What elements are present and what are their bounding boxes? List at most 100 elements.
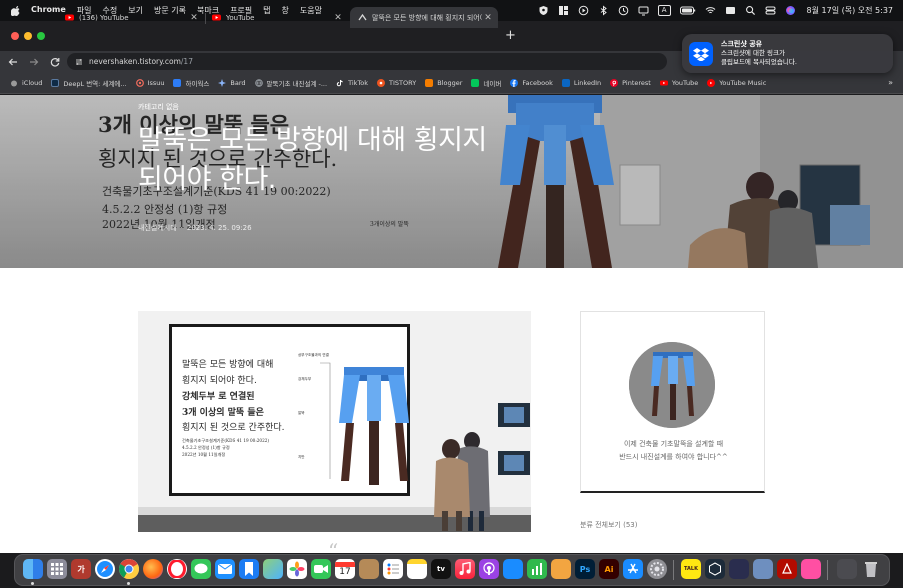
close-tab-icon[interactable]: ✕	[482, 13, 494, 23]
keynote-icon[interactable]	[503, 559, 523, 579]
appletv-icon[interactable]: tv	[431, 559, 451, 579]
cube-app-icon[interactable]	[705, 559, 725, 579]
new-tab-button[interactable]: +	[505, 28, 516, 43]
music-icon[interactable]	[455, 559, 475, 579]
opera-icon[interactable]	[167, 559, 187, 579]
close-tab-icon[interactable]: ✕	[332, 13, 344, 23]
bookmark-blogger[interactable]: Blogger	[425, 78, 462, 87]
bookmark-bard[interactable]: Bard	[218, 78, 246, 87]
bookmark-app-icon[interactable]	[239, 559, 259, 579]
bookmark-facebook[interactable]: Facebook	[510, 78, 553, 87]
bookmark-youtube[interactable]: YouTube	[659, 79, 698, 87]
back-button[interactable]	[5, 55, 21, 69]
post-main-image[interactable]: 말뚝은 모든 방향에 대해 횡지지 되어야 한다. 강체두부 로 연결된 3개 …	[138, 311, 531, 532]
finder-icon[interactable]	[23, 559, 43, 579]
bookmark-label: Bard	[230, 78, 246, 87]
photos-icon[interactable]	[287, 559, 307, 579]
clock-status-icon[interactable]	[618, 5, 629, 16]
zoom-window-button[interactable]	[37, 32, 45, 40]
launchpad-icon[interactable]	[47, 559, 67, 579]
close-window-button[interactable]	[11, 32, 19, 40]
menubar-clock[interactable]: 8월 17일 (목) 오전 5:37	[807, 5, 893, 16]
firefox-icon[interactable]	[143, 559, 163, 579]
contacts-icon[interactable]	[359, 559, 379, 579]
tab-blog-post[interactable]: 말뚝은 모든 방향에 대해 횡지지 되어야 ✕	[350, 7, 498, 28]
tab-youtube-2[interactable]: YouTube ✕	[204, 7, 348, 28]
bookmark-label: 네이버	[483, 79, 502, 88]
acrobat-icon[interactable]	[777, 559, 797, 579]
board-small3: 2022년 10월 11일개정	[182, 452, 226, 457]
tab-youtube-1[interactable]: (136) YouTube ✕	[57, 7, 204, 28]
post-author[interactable]: 내진설계시대	[138, 224, 177, 232]
downloads-stack-icon[interactable]	[837, 559, 857, 579]
pages-icon[interactable]	[551, 559, 571, 579]
control-center-icon[interactable]	[765, 5, 776, 16]
display-icon[interactable]	[638, 5, 649, 16]
bookmark-pile-design[interactable]: 말뚝기초 내진설계 -...	[254, 78, 327, 88]
play-circle-icon[interactable]	[578, 5, 589, 16]
battery-icon[interactable]	[679, 5, 696, 16]
spotlight-search-icon[interactable]	[745, 5, 756, 16]
bookmark-deepl[interactable]: DeepL 번역: 세계에...	[51, 78, 127, 88]
bluetooth-icon[interactable]	[598, 5, 609, 16]
bookmarks-overflow-button[interactable]: »	[888, 78, 893, 87]
photoshop-icon[interactable]: Ps	[575, 559, 595, 579]
address-bar[interactable]: nevershaken.tistory.com/17	[67, 53, 667, 70]
profile-photo	[629, 342, 715, 428]
post-category[interactable]: 카테고리 없음	[138, 102, 179, 112]
illustrator-icon[interactable]: Ai	[599, 559, 619, 579]
tiktok-icon	[336, 79, 343, 86]
category-all-link[interactable]: 분류 전체보기 (53)	[580, 520, 637, 530]
maps-icon[interactable]	[263, 559, 283, 579]
app-icon-dark[interactable]	[729, 559, 749, 579]
youtube-music-icon	[707, 78, 716, 87]
profile-avatar[interactable]	[629, 342, 715, 428]
podcasts-icon[interactable]	[479, 559, 499, 579]
trash-icon[interactable]	[861, 559, 881, 579]
window-layout-icon[interactable]	[558, 5, 569, 16]
wifi-icon[interactable]	[705, 5, 716, 16]
bookmark-youtube-music[interactable]: YouTube Music	[707, 78, 766, 87]
facetime-icon[interactable]	[311, 559, 331, 579]
bookmark-icloud[interactable]: iCloud	[10, 79, 42, 87]
safari-icon[interactable]	[95, 559, 115, 579]
bookmark-tistory[interactable]: TISTORY	[377, 78, 416, 87]
apple-menu-icon[interactable]	[11, 5, 21, 16]
bookmark-label: Pinterest	[622, 78, 651, 87]
linkedin-icon	[561, 78, 570, 87]
calendar-icon[interactable]: 17	[335, 559, 355, 579]
input-source-indicator[interactable]: A	[657, 5, 671, 16]
mirroring-icon[interactable]	[725, 5, 736, 16]
screenshot-notification[interactable]: 스크린샷 공유 스크린샷에 대한 링크가 클립보드에 복사되었습니다.	[682, 34, 893, 73]
kakaotalk-icon[interactable]: TALK	[681, 559, 701, 579]
running-indicator	[31, 582, 34, 585]
notification-title: 스크린샷 공유	[721, 40, 763, 48]
notes-icon[interactable]	[407, 559, 427, 579]
mail-icon[interactable]	[215, 559, 235, 579]
numbers-icon[interactable]	[527, 559, 547, 579]
board-line5: 횡지지 된 것으로 간주한다.	[182, 423, 285, 433]
bookmark-linkedin[interactable]: LinkedIn	[561, 78, 601, 87]
messages-icon[interactable]	[191, 559, 211, 579]
chrome-icon[interactable]	[119, 559, 139, 579]
system-settings-icon[interactable]	[647, 559, 667, 579]
dictionary-app-icon[interactable]: 가	[71, 559, 91, 579]
bookmark-hiworks[interactable]: 하이웍스	[173, 78, 209, 88]
app-store-icon[interactable]	[623, 559, 643, 579]
reminders-icon[interactable]	[383, 559, 403, 579]
minimize-window-button[interactable]	[24, 32, 32, 40]
reload-button[interactable]	[47, 55, 63, 69]
forward-button[interactable]	[26, 55, 42, 69]
bookmark-naver[interactable]: 네이버	[471, 78, 501, 88]
screen-mirror-icon[interactable]	[801, 559, 821, 579]
pinterest-icon	[610, 78, 619, 87]
siri-icon[interactable]	[785, 5, 796, 16]
bookmark-tiktok[interactable]: TikTok	[336, 79, 368, 87]
close-tab-icon[interactable]: ✕	[188, 13, 200, 23]
preview-icon[interactable]	[753, 559, 773, 579]
site-info-icon[interactable]	[75, 58, 83, 66]
shield-status-icon[interactable]	[538, 5, 549, 16]
bookmarks-bar: iCloud DeepL 번역: 세계에... Issuu 하이웍스 Bard …	[0, 72, 903, 94]
bookmark-issuu[interactable]: Issuu	[135, 79, 164, 87]
bookmark-pinterest[interactable]: Pinterest	[610, 78, 651, 87]
